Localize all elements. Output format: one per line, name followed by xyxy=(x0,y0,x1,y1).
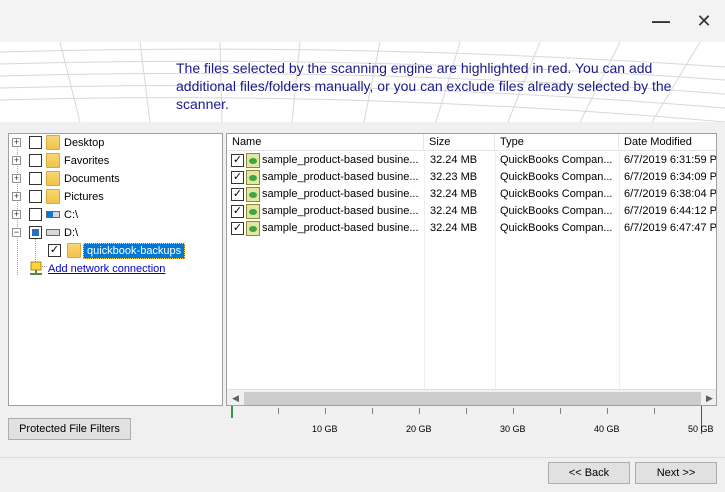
folder-icon xyxy=(46,135,60,150)
file-date: 6/7/2019 6:47:47 P xyxy=(624,222,717,234)
file-type: QuickBooks Compan... xyxy=(500,188,613,200)
expand-icon[interactable]: + xyxy=(12,210,21,219)
ruler-label: 40 GB xyxy=(594,424,620,434)
column-header-size[interactable]: Size xyxy=(424,134,495,151)
column-header-date[interactable]: Date Modified xyxy=(619,134,716,151)
file-date: 6/7/2019 6:34:09 P xyxy=(624,171,717,183)
tree-checkbox[interactable] xyxy=(29,136,42,149)
ruler-label: 10 GB xyxy=(312,424,338,434)
tree-checkbox[interactable] xyxy=(29,190,42,203)
minimize-button[interactable]: — xyxy=(643,0,679,42)
column-header-name[interactable]: Name xyxy=(227,134,424,151)
tree-item-documents[interactable]: + Documents xyxy=(9,170,222,188)
quickbooks-file-icon xyxy=(246,204,260,219)
expand-icon[interactable]: + xyxy=(12,156,21,165)
file-size: 32.24 MB xyxy=(430,205,478,217)
close-button[interactable]: ✕ xyxy=(686,0,722,42)
tree-item-desktop[interactable]: + Desktop xyxy=(9,134,222,152)
ruler-label: 20 GB xyxy=(406,424,432,434)
file-date: 6/7/2019 6:38:04 P xyxy=(624,188,717,200)
file-name: sample_product-based busine... xyxy=(262,222,419,234)
file-type: QuickBooks Compan... xyxy=(500,222,613,234)
folder-icon xyxy=(46,153,60,168)
file-checkbox-checked[interactable]: ✓ xyxy=(231,188,244,201)
tree-item-label: Documents xyxy=(64,173,120,185)
file-list[interactable]: Name Size Type Date Modified ✓ sample_pr… xyxy=(226,133,717,406)
tree-checkbox[interactable] xyxy=(29,226,42,239)
folder-icon xyxy=(46,189,60,204)
quickbooks-file-icon xyxy=(246,221,260,236)
header-panel: The files selected by the scanning engin… xyxy=(0,42,725,122)
list-header: Name Size Type Date Modified xyxy=(227,134,716,151)
size-ruler: 10 GB 20 GB 30 GB 40 GB 50 GB xyxy=(226,406,717,436)
next-button[interactable]: Next >> xyxy=(635,462,717,484)
quickbooks-file-icon xyxy=(246,187,260,202)
quickbooks-file-icon xyxy=(246,170,260,185)
tree-item-label: D:\ xyxy=(64,227,79,239)
drive-icon xyxy=(46,229,60,236)
file-row[interactable]: ✓ sample_product-based busine... 32.24 M… xyxy=(227,186,717,203)
file-size: 32.24 MB xyxy=(430,188,478,200)
usage-marker xyxy=(231,406,233,418)
file-name: sample_product-based busine... xyxy=(262,171,419,183)
file-size: 32.24 MB xyxy=(430,154,478,166)
protected-file-filters-button[interactable]: Protected File Filters xyxy=(8,418,131,440)
tree-item-d-drive[interactable]: − D:\ xyxy=(9,224,222,242)
tree-item-favorites[interactable]: + Favorites xyxy=(9,152,222,170)
folder-icon xyxy=(67,243,81,258)
title-bar: — ✕ xyxy=(0,0,725,42)
file-type: QuickBooks Compan... xyxy=(500,205,613,217)
tree-item-label: Favorites xyxy=(64,155,110,167)
file-row[interactable]: ✓ sample_product-based busine... 32.24 M… xyxy=(227,220,717,237)
file-name: sample_product-based busine... xyxy=(262,154,419,166)
scroll-right-icon[interactable]: ▶ xyxy=(701,390,716,405)
network-icon xyxy=(30,261,42,275)
tree-item-pictures[interactable]: + Pictures xyxy=(9,188,222,206)
quickbooks-file-icon xyxy=(246,153,260,168)
expand-icon[interactable]: + xyxy=(12,138,21,147)
file-row[interactable]: ✓ sample_product-based busine... 32.24 M… xyxy=(227,203,717,220)
file-type: QuickBooks Compan... xyxy=(500,154,613,166)
add-network-link[interactable]: Add network connection xyxy=(48,263,165,275)
expand-icon[interactable]: + xyxy=(12,174,21,183)
file-checkbox-checked[interactable]: ✓ xyxy=(231,171,244,184)
ruler-label: 30 GB xyxy=(500,424,526,434)
folder-tree[interactable]: + Desktop + Favorites + Documents + Pict… xyxy=(8,133,223,406)
file-checkbox-checked[interactable]: ✓ xyxy=(231,205,244,218)
tree-checkbox[interactable] xyxy=(29,154,42,167)
file-date: 6/7/2019 6:31:59 P xyxy=(624,154,717,166)
system-drive-icon xyxy=(46,211,60,218)
scroll-left-icon[interactable]: ◀ xyxy=(227,390,244,405)
file-row[interactable]: ✓ sample_product-based busine... 32.24 M… xyxy=(227,152,717,169)
file-size: 32.23 MB xyxy=(430,171,478,183)
back-button[interactable]: << Back xyxy=(548,462,630,484)
tree-checkbox[interactable] xyxy=(29,208,42,221)
tree-checkbox[interactable] xyxy=(29,172,42,185)
expand-icon[interactable]: + xyxy=(12,192,21,201)
horizontal-scrollbar[interactable]: ◀ ▶ xyxy=(227,389,716,405)
tree-item-label: Desktop xyxy=(64,137,105,149)
tree-item-label: C:\ xyxy=(64,209,79,221)
tree-item-quickbook-backups[interactable]: ✓ quickbook-backups xyxy=(9,242,222,260)
file-checkbox-checked[interactable]: ✓ xyxy=(231,154,244,167)
instruction-text: The files selected by the scanning engin… xyxy=(176,60,672,112)
file-checkbox-checked[interactable]: ✓ xyxy=(231,222,244,235)
file-name: sample_product-based busine... xyxy=(262,188,419,200)
column-header-type[interactable]: Type xyxy=(495,134,619,151)
ruler-label: 50 GB xyxy=(688,424,714,434)
file-type: QuickBooks Compan... xyxy=(500,171,613,183)
tree-item-label: quickbook-backups xyxy=(83,243,186,259)
file-row[interactable]: ✓ sample_product-based busine... 32.23 M… xyxy=(227,169,717,186)
tree-checkbox-checked[interactable]: ✓ xyxy=(48,244,61,257)
tree-item-add-network[interactable]: Add network connection xyxy=(9,260,222,278)
file-name: sample_product-based busine... xyxy=(262,205,419,217)
tree-item-c-drive[interactable]: + C:\ xyxy=(9,206,222,224)
folder-icon xyxy=(46,171,60,186)
tree-item-label: Pictures xyxy=(64,191,104,203)
scroll-thumb[interactable] xyxy=(244,392,701,405)
collapse-icon[interactable]: − xyxy=(12,228,21,237)
file-date: 6/7/2019 6:44:12 P xyxy=(624,205,717,217)
file-size: 32.24 MB xyxy=(430,222,478,234)
